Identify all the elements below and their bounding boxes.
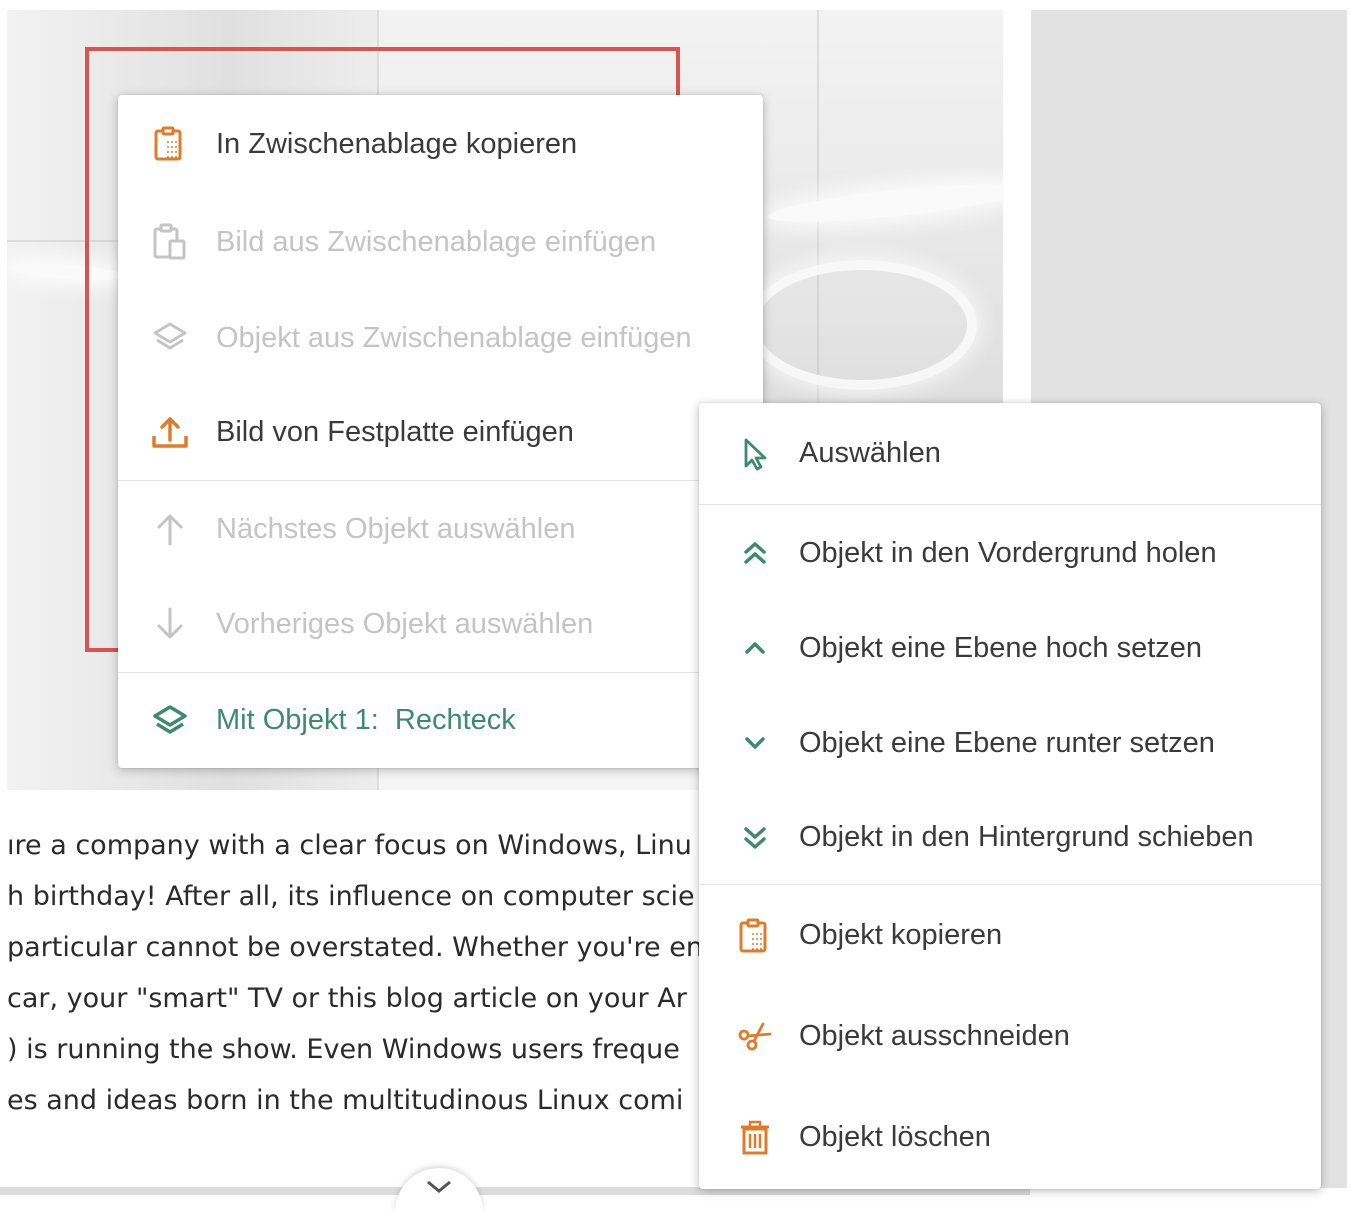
upload-icon <box>150 412 190 452</box>
chevron-up-icon <box>735 628 775 668</box>
submenu-item-move-down-one-layer[interactable]: Objekt eine Ebene runter setzen <box>699 695 1321 791</box>
scissors-icon <box>735 1016 775 1056</box>
submenu-item-move-up-one-layer[interactable]: Objekt eine Ebene hoch setzen <box>699 601 1321 695</box>
object-submenu: Auswählen Objekt in den Vordergrund hole… <box>699 403 1321 1189</box>
submenu-item-label: Objekt in den Hintergrund schieben <box>799 821 1254 853</box>
menu-item-object-1-rectangle[interactable]: Mit Objekt 1: Rechteck <box>118 673 763 768</box>
submenu-item-label: Auswählen <box>799 437 941 469</box>
menu-item-label: Vorheriges Objekt auswählen <box>216 607 594 640</box>
arrow-down-icon <box>150 604 190 644</box>
submenu-item-copy-object[interactable]: Objekt kopieren <box>699 885 1321 986</box>
submenu-item-label: Objekt kopieren <box>799 919 1003 951</box>
submenu-item-bring-to-front[interactable]: Objekt in den Vordergrund holen <box>699 505 1321 601</box>
article-text: ıre a company with a clear focus on Wind… <box>7 820 707 1126</box>
submenu-item-send-to-back[interactable]: Objekt in den Hintergrund schieben <box>699 791 1321 884</box>
menu-item-label: Nächstes Objekt auswählen <box>216 512 576 545</box>
clipboard-copy-icon <box>150 124 190 164</box>
menu-item-select-next-object[interactable]: Nächstes Objekt auswählen <box>118 481 763 577</box>
article-line: ) is running the show. Even Windows user… <box>7 1034 680 1065</box>
chevron-down-icon <box>735 723 775 763</box>
clipboard-paste-image-icon <box>150 222 190 262</box>
article-line: ıre a company with a clear focus on Wind… <box>7 830 692 861</box>
submenu-item-label: Objekt löschen <box>799 1121 991 1153</box>
menu-item-paste-object[interactable]: Objekt aus Zwischenablage einfügen <box>118 291 763 385</box>
expand-toggle-button[interactable] <box>395 1168 483 1212</box>
article-line: es and ideas born in the multitudinous L… <box>7 1085 684 1116</box>
menu-item-label: Objekt aus Zwischenablage einfügen <box>216 321 692 354</box>
submenu-item-select[interactable]: Auswählen <box>699 403 1321 504</box>
article-line: particular cannot be overstated. Whether… <box>7 932 703 963</box>
layers-icon <box>150 318 190 358</box>
submenu-item-cut-object[interactable]: Objekt ausschneiden <box>699 986 1321 1086</box>
arrow-up-icon <box>150 509 190 549</box>
submenu-item-label: Objekt in den Vordergrund holen <box>799 536 1217 569</box>
menu-item-paste-image[interactable]: Bild aus Zwischenablage einfügen <box>118 193 763 291</box>
menu-item-label: Mit Objekt 1: Rechteck <box>216 704 516 736</box>
context-menu: In Zwischenablage kopieren Bild aus Zwis… <box>118 95 763 768</box>
menu-item-insert-image-from-disk[interactable]: Bild von Festplatte einfügen <box>118 385 763 479</box>
menu-item-label: Bild aus Zwischenablage einfügen <box>216 225 657 258</box>
trash-icon <box>735 1118 775 1158</box>
layers-icon <box>150 701 190 741</box>
chevron-down-icon <box>426 1180 452 1194</box>
menu-item-label: Bild von Festplatte einfügen <box>216 415 574 448</box>
submenu-item-label: Objekt eine Ebene hoch setzen <box>799 631 1203 664</box>
clipboard-copy-icon <box>735 916 775 956</box>
submenu-item-label: Objekt ausschneiden <box>799 1019 1070 1052</box>
double-chevron-down-icon <box>735 818 775 858</box>
double-chevron-up-icon <box>735 533 775 573</box>
menu-item-copy-to-clipboard[interactable]: In Zwischenablage kopieren <box>118 95 763 193</box>
article-line: h birthday! After all, its influence on … <box>7 881 695 912</box>
menu-item-select-previous-object[interactable]: Vorheriges Objekt auswählen <box>118 577 763 671</box>
menu-item-label: In Zwischenablage kopieren <box>216 127 578 160</box>
article-line: car, your "smart" TV or this blog articl… <box>7 983 687 1014</box>
submenu-item-label: Objekt eine Ebene runter setzen <box>799 726 1215 759</box>
cursor-icon <box>735 434 775 474</box>
submenu-item-delete-object[interactable]: Objekt löschen <box>699 1086 1321 1189</box>
